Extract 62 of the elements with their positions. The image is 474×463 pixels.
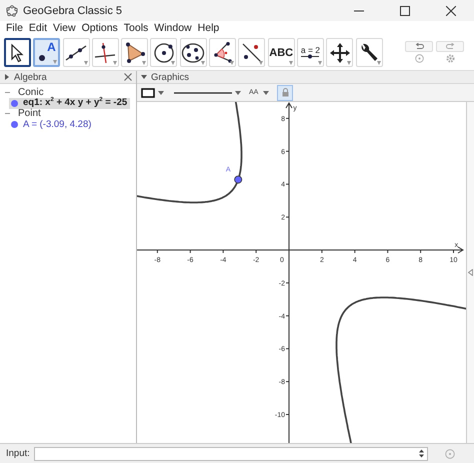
corner-triangle-icon [318, 61, 322, 65]
ellipse-through-points-icon [181, 42, 206, 64]
caret-icon [158, 90, 164, 94]
redo-icon [446, 42, 454, 50]
close-icon [446, 6, 456, 16]
angle-icon [212, 42, 234, 64]
tool-button[interactable] [4, 38, 31, 67]
solid-line-icon [174, 90, 232, 94]
algebra-panel-title: Algebra [14, 72, 47, 82]
line-style-dropdown[interactable] [174, 90, 241, 94]
undo-icon [414, 42, 424, 50]
corner-triangle-icon [230, 61, 234, 65]
category-label[interactable]: Conic [18, 86, 44, 98]
window-title: GeoGebra Classic 5 [23, 4, 122, 16]
corner-triangle-icon [376, 61, 381, 65]
object-dot[interactable] [11, 121, 18, 128]
menu-item[interactable]: View [50, 22, 79, 34]
point-marker [234, 176, 242, 184]
app-logo-icon [6, 4, 18, 16]
input-label: Input: [6, 448, 30, 459]
point-reflection-icon [240, 42, 263, 64]
tool-button[interactable]: a = 2 [296, 38, 324, 67]
object-dot[interactable] [11, 100, 18, 106]
input-field[interactable] [34, 446, 428, 460]
tool-button[interactable]: A [33, 38, 60, 67]
corner-triangle-icon [200, 61, 205, 65]
menu-item[interactable]: Edit [26, 22, 50, 34]
menu-item[interactable]: Help [194, 22, 222, 34]
maximize-icon [400, 6, 410, 16]
caret-icon [263, 90, 270, 94]
triangle-icon [124, 42, 146, 64]
perpendicular-lines-icon [94, 42, 116, 64]
up-down-arrows-icon[interactable] [419, 449, 424, 458]
corner-triangle-icon [112, 61, 117, 65]
lock-icon [282, 88, 289, 97]
object-style-dropdown[interactable] [141, 88, 164, 98]
tool-button[interactable]: ABC [268, 38, 295, 67]
menu-item[interactable]: File [3, 22, 26, 34]
lock-button[interactable] [277, 84, 294, 100]
expand-triangle-icon[interactable] [4, 74, 10, 80]
category-label[interactable]: Point [18, 108, 41, 120]
menu-item[interactable]: Tools [120, 22, 152, 34]
algebra-item[interactable]: eq1: x$^{2}$ + 4x y + y$^{2}$ = -25 [9, 98, 130, 108]
circle-with-center-icon [152, 42, 175, 64]
graphics-panel-title: Graphics [151, 72, 190, 82]
corner-triangle-icon [171, 61, 176, 65]
corner-triangle-icon [259, 61, 264, 65]
undo-button[interactable] [405, 40, 433, 52]
close-icon[interactable] [124, 73, 132, 81]
corner-triangle-icon [288, 61, 293, 65]
menu-item[interactable]: Window [151, 22, 195, 34]
line-through-points-icon [65, 44, 88, 62]
corner-triangle-icon [142, 61, 146, 65]
square-icon [141, 88, 155, 98]
menu-item[interactable]: Options [78, 22, 121, 34]
four-way-arrow-icon [328, 42, 351, 64]
caret-icon [235, 90, 241, 94]
corner-triangle-icon [347, 61, 352, 65]
corner-triangle-icon [84, 61, 88, 65]
corner-triangle-icon [53, 60, 58, 64]
collapse-triangle-icon[interactable] [141, 74, 147, 80]
algebra-item[interactable]: A = (-3.09, 4.28) [9, 119, 94, 130]
